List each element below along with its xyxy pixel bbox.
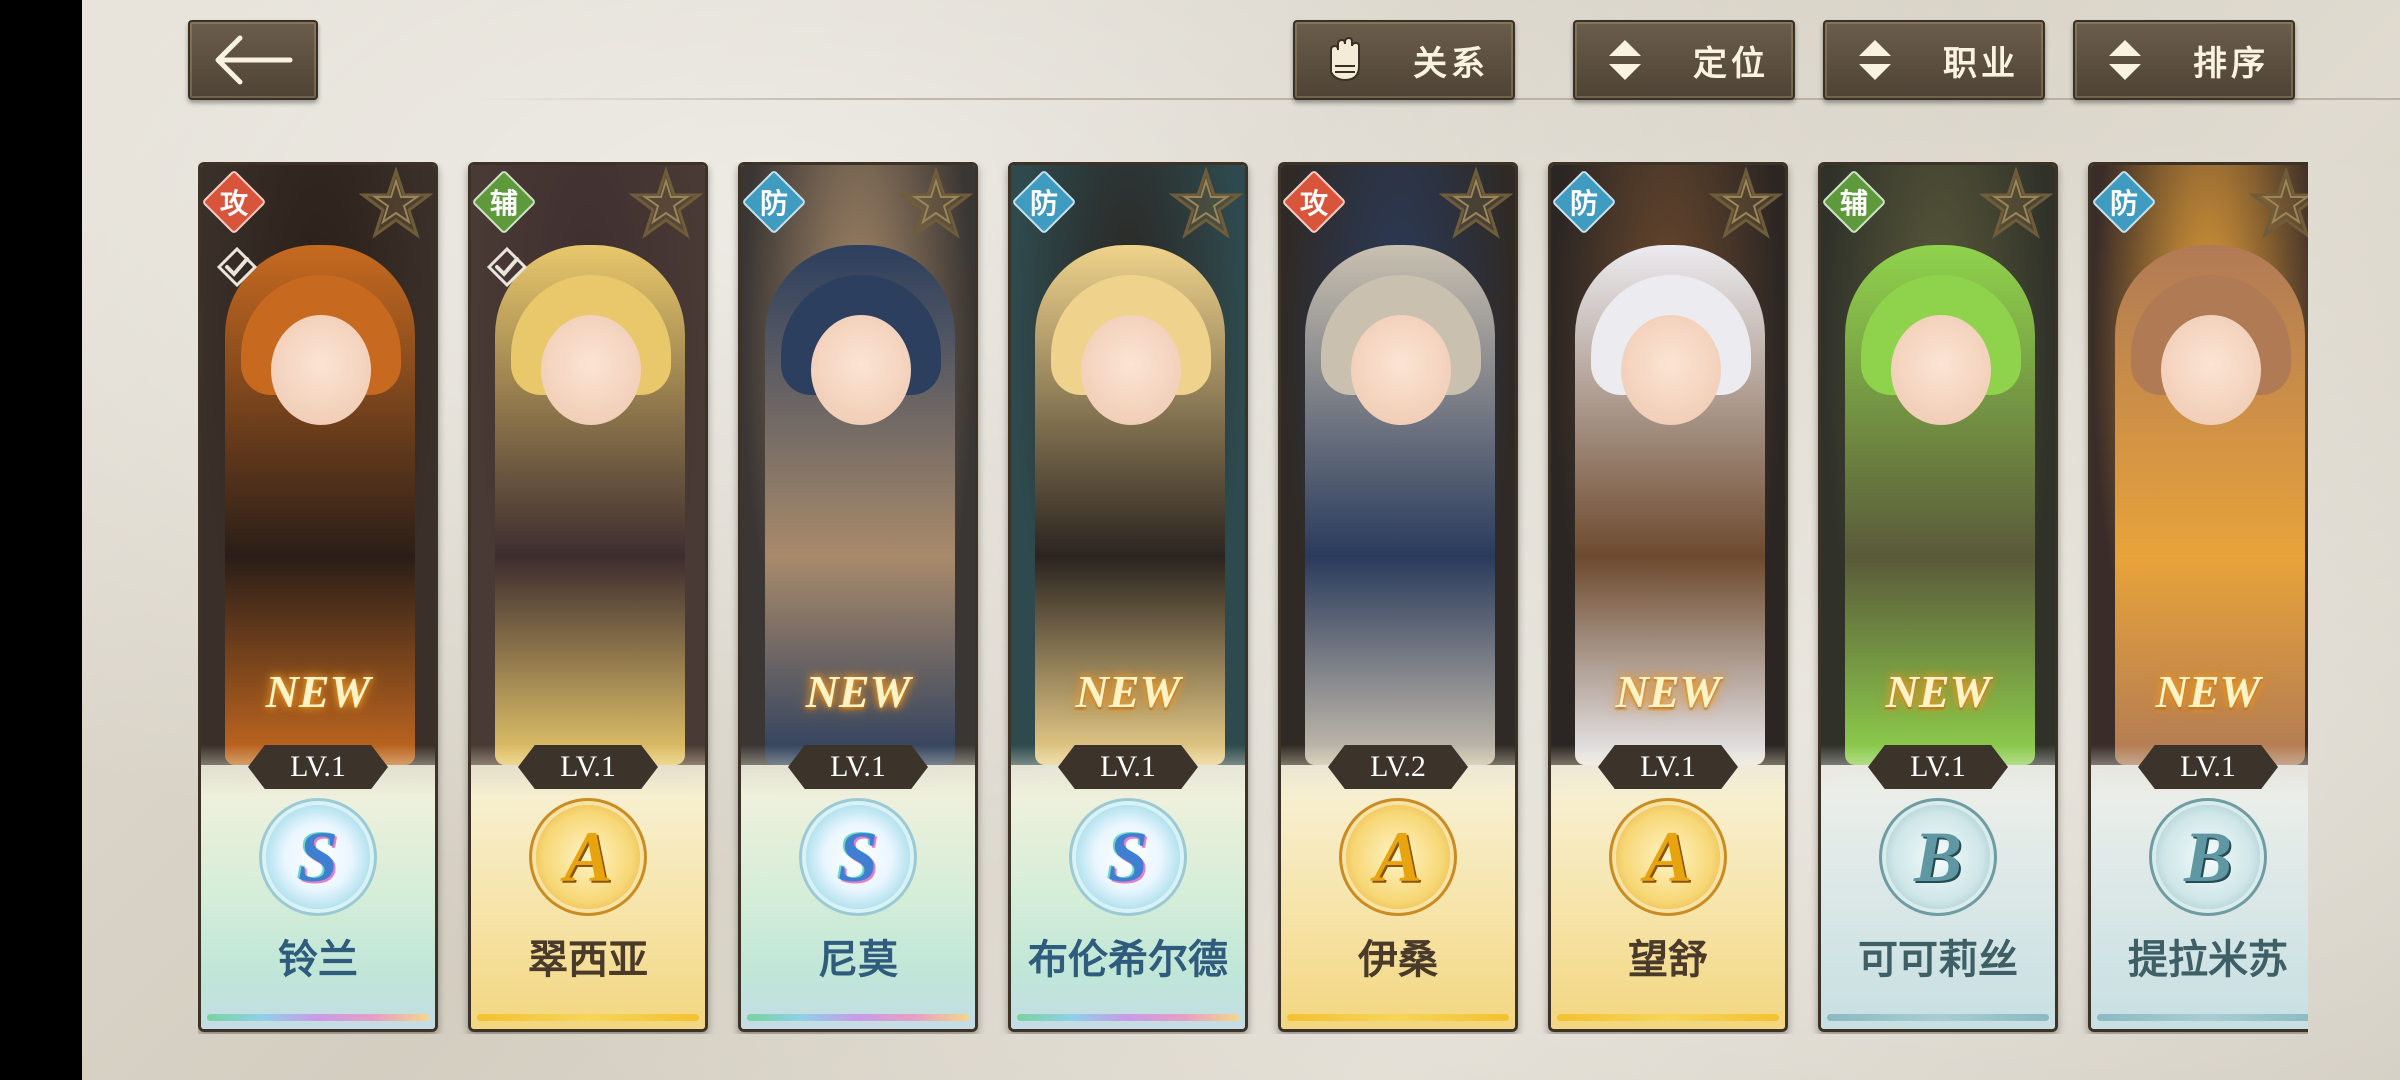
position-filter-label: 定位 [1693,43,1769,84]
rarity-stripe [2097,1014,2308,1021]
character-name: 尼莫 [818,936,898,983]
character-name: 望舒 [1628,936,1708,983]
star-icon [1168,166,1244,241]
rarity-stripe [747,1014,969,1021]
rarity-badge: A [1616,805,1720,909]
role-label: 防 [1569,187,1598,220]
character-name: 铃兰 [278,936,358,983]
level-label: LV.1 [788,745,928,789]
character-face [1891,315,1991,425]
level-label: LV.1 [1598,745,1738,789]
new-badge: NEW [265,666,371,717]
check-diamond-icon [215,245,259,289]
character-card[interactable]: 攻 LV.2 A 伊桑 [1278,162,1518,1032]
back-button[interactable] [188,20,318,100]
character-name: 翠西亚 [528,936,648,983]
character-face [1621,315,1721,425]
position-filter-button[interactable]: 定位 [1573,20,1795,100]
character-card[interactable]: 辅 LV.1 A 翠西亚 [468,162,708,1032]
star-icon [1978,166,2054,241]
job-filter-button[interactable]: 职业 [1823,20,2045,100]
character-card[interactable]: 防 NEW LV.1 B 提拉米苏 [2088,162,2308,1032]
star-icon [1438,166,1514,241]
new-badge: NEW [1075,666,1181,717]
check-diamond-icon [485,245,529,289]
role-label: 辅 [489,187,518,220]
star-icon [1708,166,1784,241]
sort-arrows-icon [1851,36,1899,84]
rarity-badge: B [1886,805,1990,909]
new-badge: NEW [2155,666,2261,717]
star-icon [2248,166,2308,241]
character-card[interactable]: 防 NEW LV.1 S 布伦希尔德 [1008,162,1248,1032]
sort-button[interactable]: 排序 [2073,20,2295,100]
sort-label: 排序 [2193,43,2269,84]
star-icon [628,166,704,241]
rarity-stripe [1017,1014,1239,1021]
character-name: 伊桑 [1358,936,1438,983]
level-label: LV.1 [518,745,658,789]
character-face [541,315,641,425]
character-face [2161,315,2261,425]
rarity-badge: A [536,805,640,909]
character-card-list: 攻 NEW LV.1 S 铃兰 辅 LV.1 A 翠西亚 防 NEW LV.1 S 尼莫 防 NEW LV.1 S… [198,162,2308,1034]
role-label: 辅 [1839,187,1868,220]
rarity-stripe [1827,1014,2049,1021]
rarity-stripe [1287,1014,1509,1021]
character-art [1281,165,1515,765]
character-name: 可可莉丝 [1858,936,2018,983]
role-label: 攻 [219,187,248,220]
relation-filter-label: 关系 [1413,43,1489,84]
relation-filter-button[interactable]: 关系 [1293,20,1515,100]
character-face [271,315,371,425]
job-filter-label: 职业 [1943,43,2019,84]
character-card[interactable]: 防 NEW LV.1 S 尼莫 [738,162,978,1032]
character-face [1351,315,1451,425]
roster-screen: 关系 定位 职业 排序 攻 NEW LV.1 S 铃兰辅 LV.1 A 翠西亚防 NE [82,0,2400,1080]
sort-arrows-icon [2101,36,2149,84]
rarity-stripe [477,1014,699,1021]
sort-arrows-icon [1601,36,1649,84]
new-badge: NEW [1885,666,1991,717]
character-face [1081,315,1181,425]
rarity-badge: S [806,805,910,909]
level-label: LV.2 [1328,745,1468,789]
star-icon [358,166,434,241]
character-name: 提拉米苏 [2128,936,2288,983]
level-label: LV.1 [248,745,388,789]
star-icon [898,166,974,241]
character-card[interactable]: 辅 NEW LV.1 B 可可莉丝 [1818,162,2058,1032]
character-card[interactable]: 攻 NEW LV.1 S 铃兰 [198,162,438,1032]
rarity-badge: B [2156,805,2260,909]
level-label: LV.1 [2138,745,2278,789]
rarity-badge: S [266,805,370,909]
new-badge: NEW [1615,666,1721,717]
role-label: 防 [759,187,788,220]
glove-icon [1321,36,1369,84]
role-label: 防 [1029,187,1058,220]
character-card[interactable]: 防 NEW LV.1 A 望舒 [1548,162,1788,1032]
new-badge: NEW [805,666,911,717]
level-label: LV.1 [1058,745,1198,789]
rarity-stripe [207,1014,429,1021]
level-label: LV.1 [1868,745,2008,789]
role-label: 攻 [1299,187,1328,220]
rarity-badge: S [1076,805,1180,909]
rarity-badge: A [1346,805,1450,909]
arrow-left-icon [215,35,293,85]
role-label: 防 [2109,187,2138,220]
character-face [811,315,911,425]
character-name: 布伦希尔德 [1028,936,1228,983]
rarity-stripe [1557,1014,1779,1021]
